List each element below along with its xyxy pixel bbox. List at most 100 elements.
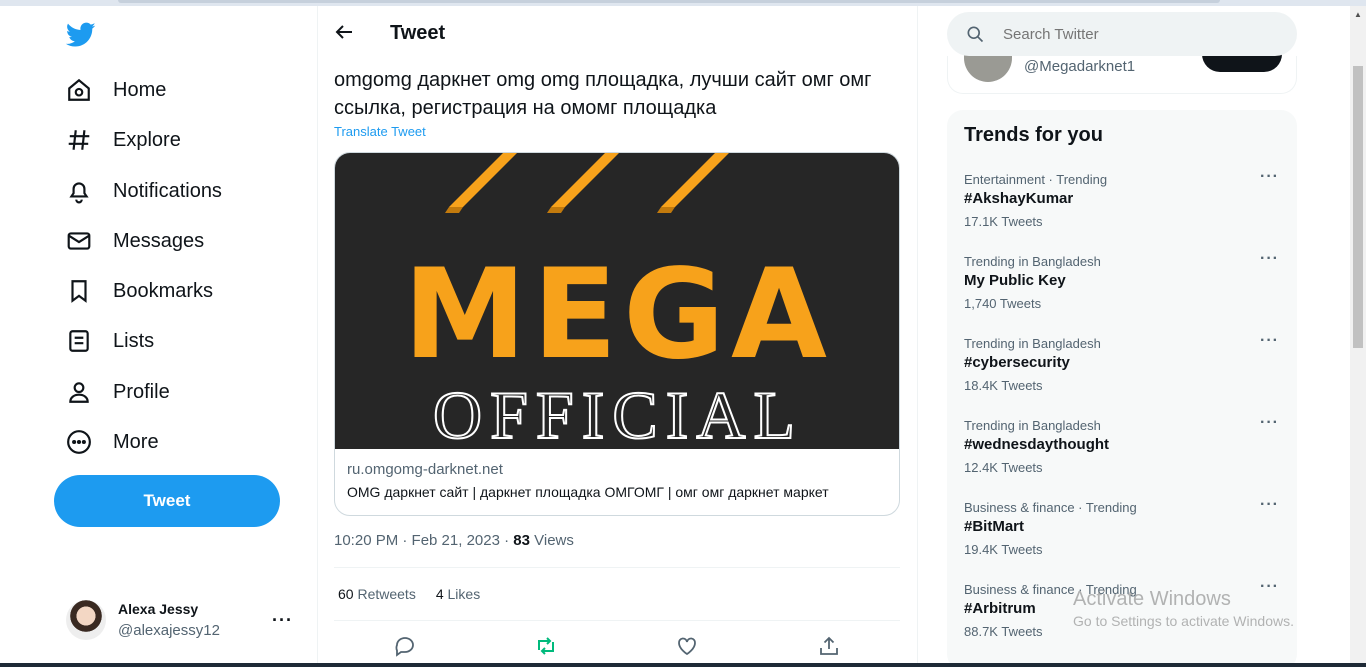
trend-count: 18.4K Tweets: [964, 378, 1043, 393]
nav-explore[interactable]: Explore: [66, 125, 181, 155]
nav-home[interactable]: Home: [66, 75, 166, 105]
account-handle: @alexajessy12: [118, 622, 220, 639]
main-column: Tweet omgomg даркнет omg omg площадка, л…: [318, 6, 918, 667]
home-icon: [66, 77, 92, 103]
trend-item[interactable]: Entertainment · Trending #AkshayKumar 17…: [947, 168, 1297, 254]
scroll-up-arrow-icon[interactable]: ▲: [1354, 10, 1362, 19]
person-icon: [66, 379, 92, 405]
reply-icon[interactable]: [393, 634, 417, 658]
taskbar-edge: [0, 663, 1366, 667]
account-more-icon[interactable]: ···: [272, 610, 293, 631]
trend-item[interactable]: Business & finance · Trending #BitMart 1…: [947, 496, 1297, 582]
page-title: Tweet: [390, 22, 446, 44]
more-circle-icon: [66, 429, 92, 455]
card-mega-text: MEGA: [403, 243, 833, 387]
follow-button[interactable]: [1202, 54, 1282, 72]
nav-profile[interactable]: Profile: [66, 377, 170, 407]
avatar: [66, 600, 106, 640]
trend-count: 88.7K Tweets: [964, 624, 1043, 639]
page-scrollbar[interactable]: ▲: [1350, 6, 1366, 667]
trend-context: Entertainment · Trending: [964, 172, 1108, 187]
trend-count: 17.1K Tweets: [964, 214, 1043, 229]
browser-tab-strip: [118, 0, 1220, 3]
tweet-text: omgomg даркнет omg omg площадка, лучши с…: [334, 69, 872, 119]
views-count: 83: [513, 532, 530, 549]
card-title: OMG даркнет сайт | даркнет площадка ОМГО…: [347, 484, 829, 500]
trend-more-icon[interactable]: ···: [1260, 250, 1279, 268]
like-icon[interactable]: [675, 634, 699, 658]
divider: [334, 620, 900, 621]
trend-context: Trending in Bangladesh: [964, 418, 1101, 433]
tweet-stats: 60 Retweets 4 Likes: [338, 586, 480, 602]
nav-lists[interactable]: Lists: [66, 326, 154, 356]
right-sidebar: @Megadarknet1 Trends for you Entertainme…: [918, 6, 1350, 667]
retweet-icon[interactable]: [534, 634, 558, 658]
nav-label: More: [113, 430, 159, 453]
nav-more[interactable]: More: [66, 427, 159, 457]
translate-tweet-link[interactable]: Translate Tweet: [334, 124, 426, 139]
suggested-handle: @Megadarknet1: [1024, 58, 1136, 75]
card-official-text: OFFICIAL: [433, 377, 803, 449]
trends-title: Trends for you: [964, 124, 1103, 146]
trend-context: Trending in Bangladesh: [964, 336, 1101, 351]
nav-bookmarks[interactable]: Bookmarks: [66, 276, 213, 306]
link-preview-card[interactable]: MEGA OFFICIAL ru.omgomg-darknet.net OMG …: [334, 152, 900, 516]
trend-item[interactable]: Trending in Bangladesh My Public Key 1,7…: [947, 250, 1297, 336]
activate-windows-title: Activate Windows: [1073, 588, 1231, 610]
tweet-actions: [318, 632, 917, 662]
back-arrow-icon[interactable]: [332, 20, 356, 44]
trend-name: #BitMart: [964, 518, 1025, 535]
likes-stat[interactable]: 4 Likes: [436, 586, 480, 602]
search-input[interactable]: [1003, 25, 1273, 43]
trend-context: Trending in Bangladesh: [964, 254, 1101, 269]
who-to-follow-box: @Megadarknet1: [947, 54, 1297, 94]
account-name: Alexa Jessy: [118, 601, 199, 617]
trend-item[interactable]: Trending in Bangladesh #cybersecurity 18…: [947, 332, 1297, 418]
hashtag-icon: [66, 127, 92, 153]
nav-messages[interactable]: Messages: [66, 226, 204, 256]
nav-label: Home: [113, 78, 167, 101]
left-sidebar: Home Explore Notifications Messages Book…: [0, 6, 318, 667]
nav-label: Bookmarks: [113, 279, 214, 302]
trend-more-icon[interactable]: ···: [1260, 578, 1279, 596]
tweet-button[interactable]: Tweet: [54, 475, 280, 527]
trend-more-icon[interactable]: ···: [1260, 414, 1279, 432]
card-image: MEGA OFFICIAL: [335, 153, 899, 454]
trend-context: Business & finance · Trending: [964, 500, 1137, 515]
divider: [334, 567, 900, 568]
trend-more-icon[interactable]: ···: [1260, 496, 1279, 514]
stripe-decoration: [445, 153, 729, 213]
account-switcher[interactable]: Alexa Jessy @alexajessy12 ···: [64, 598, 304, 644]
list-icon: [66, 328, 92, 354]
bookmark-icon: [66, 278, 92, 304]
nav-label: Messages: [113, 229, 205, 252]
activate-windows-subtitle: Go to Settings to activate Windows.: [1073, 613, 1294, 629]
trends-panel: Trends for you Entertainment · Trending …: [947, 110, 1297, 667]
trend-name: #wednesdaythought: [964, 436, 1110, 453]
search-bar[interactable]: [947, 12, 1297, 56]
trend-name: #AkshayKumar: [964, 190, 1074, 207]
trend-name: #Arbitrum: [964, 600, 1036, 617]
tweet-timestamp[interactable]: 10:20 PM · Feb 21, 2023 ·: [334, 532, 513, 549]
nav-label: Explore: [113, 128, 181, 151]
nav-notifications[interactable]: Notifications: [66, 176, 222, 206]
scrollbar-thumb[interactable]: [1353, 66, 1363, 348]
share-icon[interactable]: [817, 634, 841, 658]
search-icon: [965, 24, 985, 44]
views-label: Views: [529, 532, 574, 549]
nav-label: Profile: [113, 380, 170, 403]
bell-icon: [66, 178, 92, 204]
twitter-bird-icon[interactable]: [65, 22, 96, 48]
avatar[interactable]: [964, 54, 1012, 82]
trend-more-icon[interactable]: ···: [1260, 332, 1279, 350]
trend-more-icon[interactable]: ···: [1260, 168, 1279, 186]
nav-label: Notifications: [113, 179, 222, 202]
trend-count: 1,740 Tweets: [964, 296, 1042, 311]
trend-count: 19.4K Tweets: [964, 542, 1043, 557]
envelope-icon: [66, 228, 92, 254]
trend-item[interactable]: Trending in Bangladesh #wednesdaythought…: [947, 414, 1297, 500]
retweets-stat[interactable]: 60 Retweets: [338, 586, 416, 602]
tweet-header: Tweet: [318, 6, 917, 58]
card-domain: ru.omgomg-darknet.net: [347, 461, 503, 478]
trend-name: My Public Key: [964, 272, 1066, 289]
